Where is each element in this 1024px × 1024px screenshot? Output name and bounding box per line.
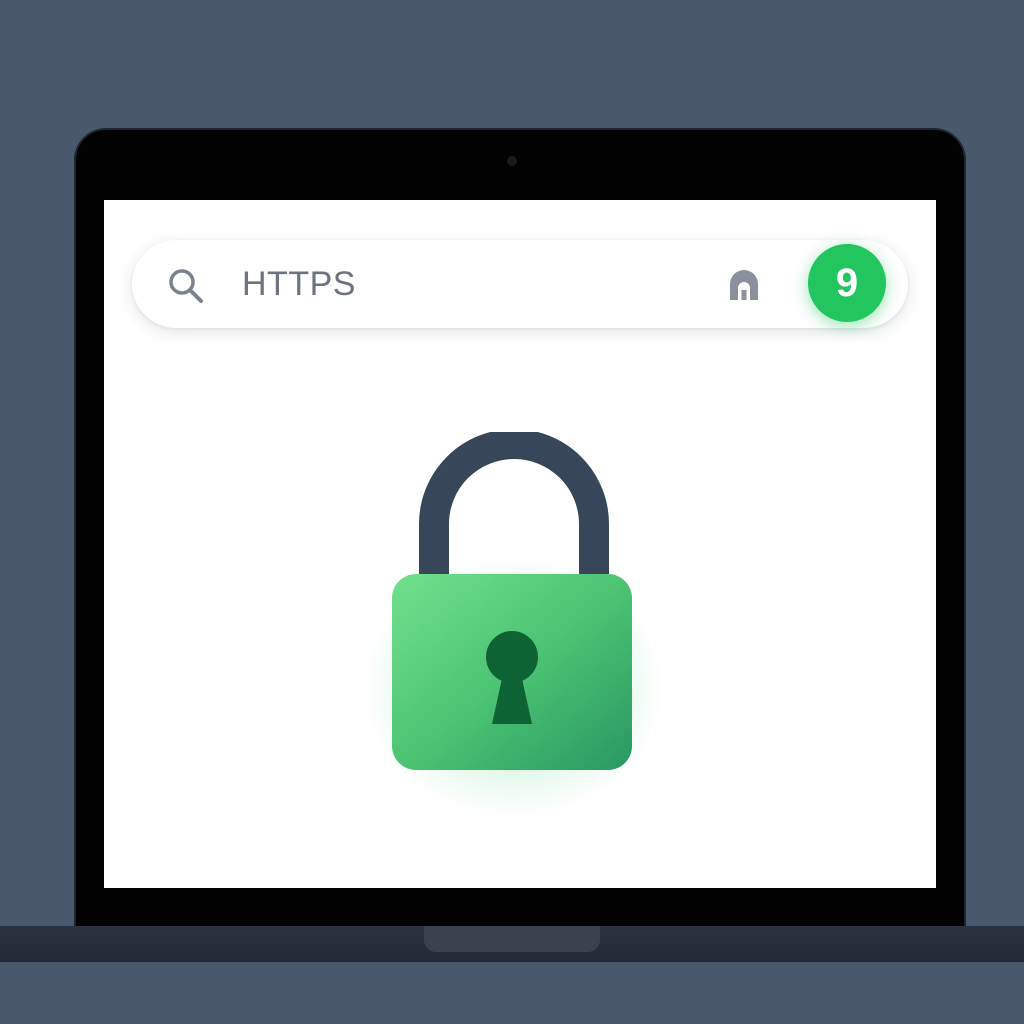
site-info-icon[interactable] (724, 266, 764, 306)
url-text[interactable]: HTTPS (242, 264, 356, 304)
search-icon (164, 264, 208, 308)
address-bar[interactable]: HTTPS 9 (132, 240, 908, 328)
browser-screen: HTTPS 9 (104, 200, 936, 888)
padlock-icon (364, 429, 664, 832)
webcam (507, 156, 517, 166)
laptop-notch (424, 926, 600, 952)
profile-button[interactable]: 9 (808, 244, 886, 322)
